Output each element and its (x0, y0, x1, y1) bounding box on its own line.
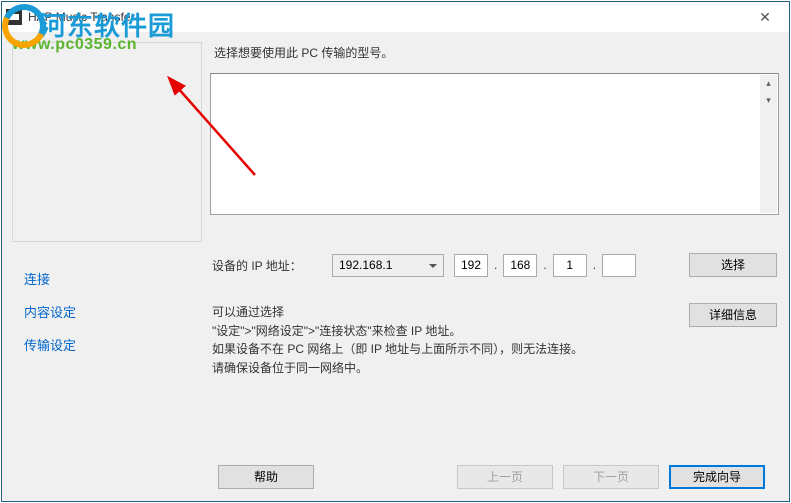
prev-button: 上一页 (457, 465, 553, 489)
watermark-url: www.pc0359.cn (12, 36, 137, 54)
footer: 帮助 上一页 下一页 完成向导 (2, 453, 789, 501)
details-button[interactable]: 详细信息 (689, 303, 777, 327)
ip-octet-1[interactable]: 192 (454, 254, 488, 277)
next-button: 下一页 (563, 465, 659, 489)
info-line-1: "设定">"网络设定">"连接状态"来检查 IP 地址。 (212, 322, 675, 341)
ip-octet-3[interactable]: 1 (553, 254, 587, 277)
dot-icon: . (543, 258, 546, 272)
dot-icon: . (593, 258, 596, 272)
select-button[interactable]: 选择 (689, 253, 777, 277)
info-line-3: 请确保设备位于同一网络中。 (212, 359, 675, 378)
content-area: 连接 内容设定 传输设定 选择想要使用此 PC 传输的型号。 ▴ ▾ 设备的 I… (2, 32, 789, 453)
info-row: 可以通过选择 "设定">"网络设定">"连接状态"来检查 IP 地址。 如果设备… (210, 303, 779, 377)
help-button[interactable]: 帮助 (218, 465, 314, 489)
sidebar-image-placeholder (12, 42, 202, 242)
listbox-scrollbar[interactable]: ▴ ▾ (760, 75, 777, 213)
ip-label: 设备的 IP 地址： (212, 257, 322, 274)
sidebar-nav: 连接 内容设定 传输设定 (12, 250, 202, 443)
device-listbox[interactable]: ▴ ▾ (210, 73, 779, 215)
dot-icon: . (494, 258, 497, 272)
info-line-0: 可以通过选择 (212, 303, 675, 322)
ip-octet-4[interactable] (602, 254, 636, 277)
ip-prefix-value: 192.168.1 (339, 258, 392, 272)
ip-octet-2[interactable]: 168 (503, 254, 537, 277)
sidebar: 连接 内容设定 传输设定 (12, 42, 202, 443)
info-text: 可以通过选择 "设定">"网络设定">"连接状态"来检查 IP 地址。 如果设备… (212, 303, 675, 377)
main-panel: 选择想要使用此 PC 传输的型号。 ▴ ▾ 设备的 IP 地址： 192.168… (210, 42, 779, 443)
device-list-content (213, 76, 758, 212)
app-window: HAP Music Transfer ✕ 连接 内容设定 传输设定 选择想要使用… (1, 1, 790, 502)
scroll-down-icon[interactable]: ▾ (760, 92, 777, 109)
ip-address-row: 设备的 IP 地址： 192.168.1 192 . 168 . 1 . 选择 (210, 253, 779, 277)
close-button[interactable]: ✕ (745, 3, 785, 31)
info-line-2: 如果设备不在 PC 网络上（即 IP 地址与上面所示不同），则无法连接。 (212, 340, 675, 359)
app-icon (6, 9, 22, 25)
finish-button[interactable]: 完成向导 (669, 465, 765, 489)
instruction-text: 选择想要使用此 PC 传输的型号。 (210, 42, 779, 65)
nav-content-settings[interactable]: 内容设定 (20, 295, 194, 328)
nav-connect[interactable]: 连接 (20, 262, 194, 295)
ip-prefix-select[interactable]: 192.168.1 (332, 254, 444, 277)
nav-transfer-settings[interactable]: 传输设定 (20, 328, 194, 361)
scroll-up-icon[interactable]: ▴ (760, 75, 777, 92)
